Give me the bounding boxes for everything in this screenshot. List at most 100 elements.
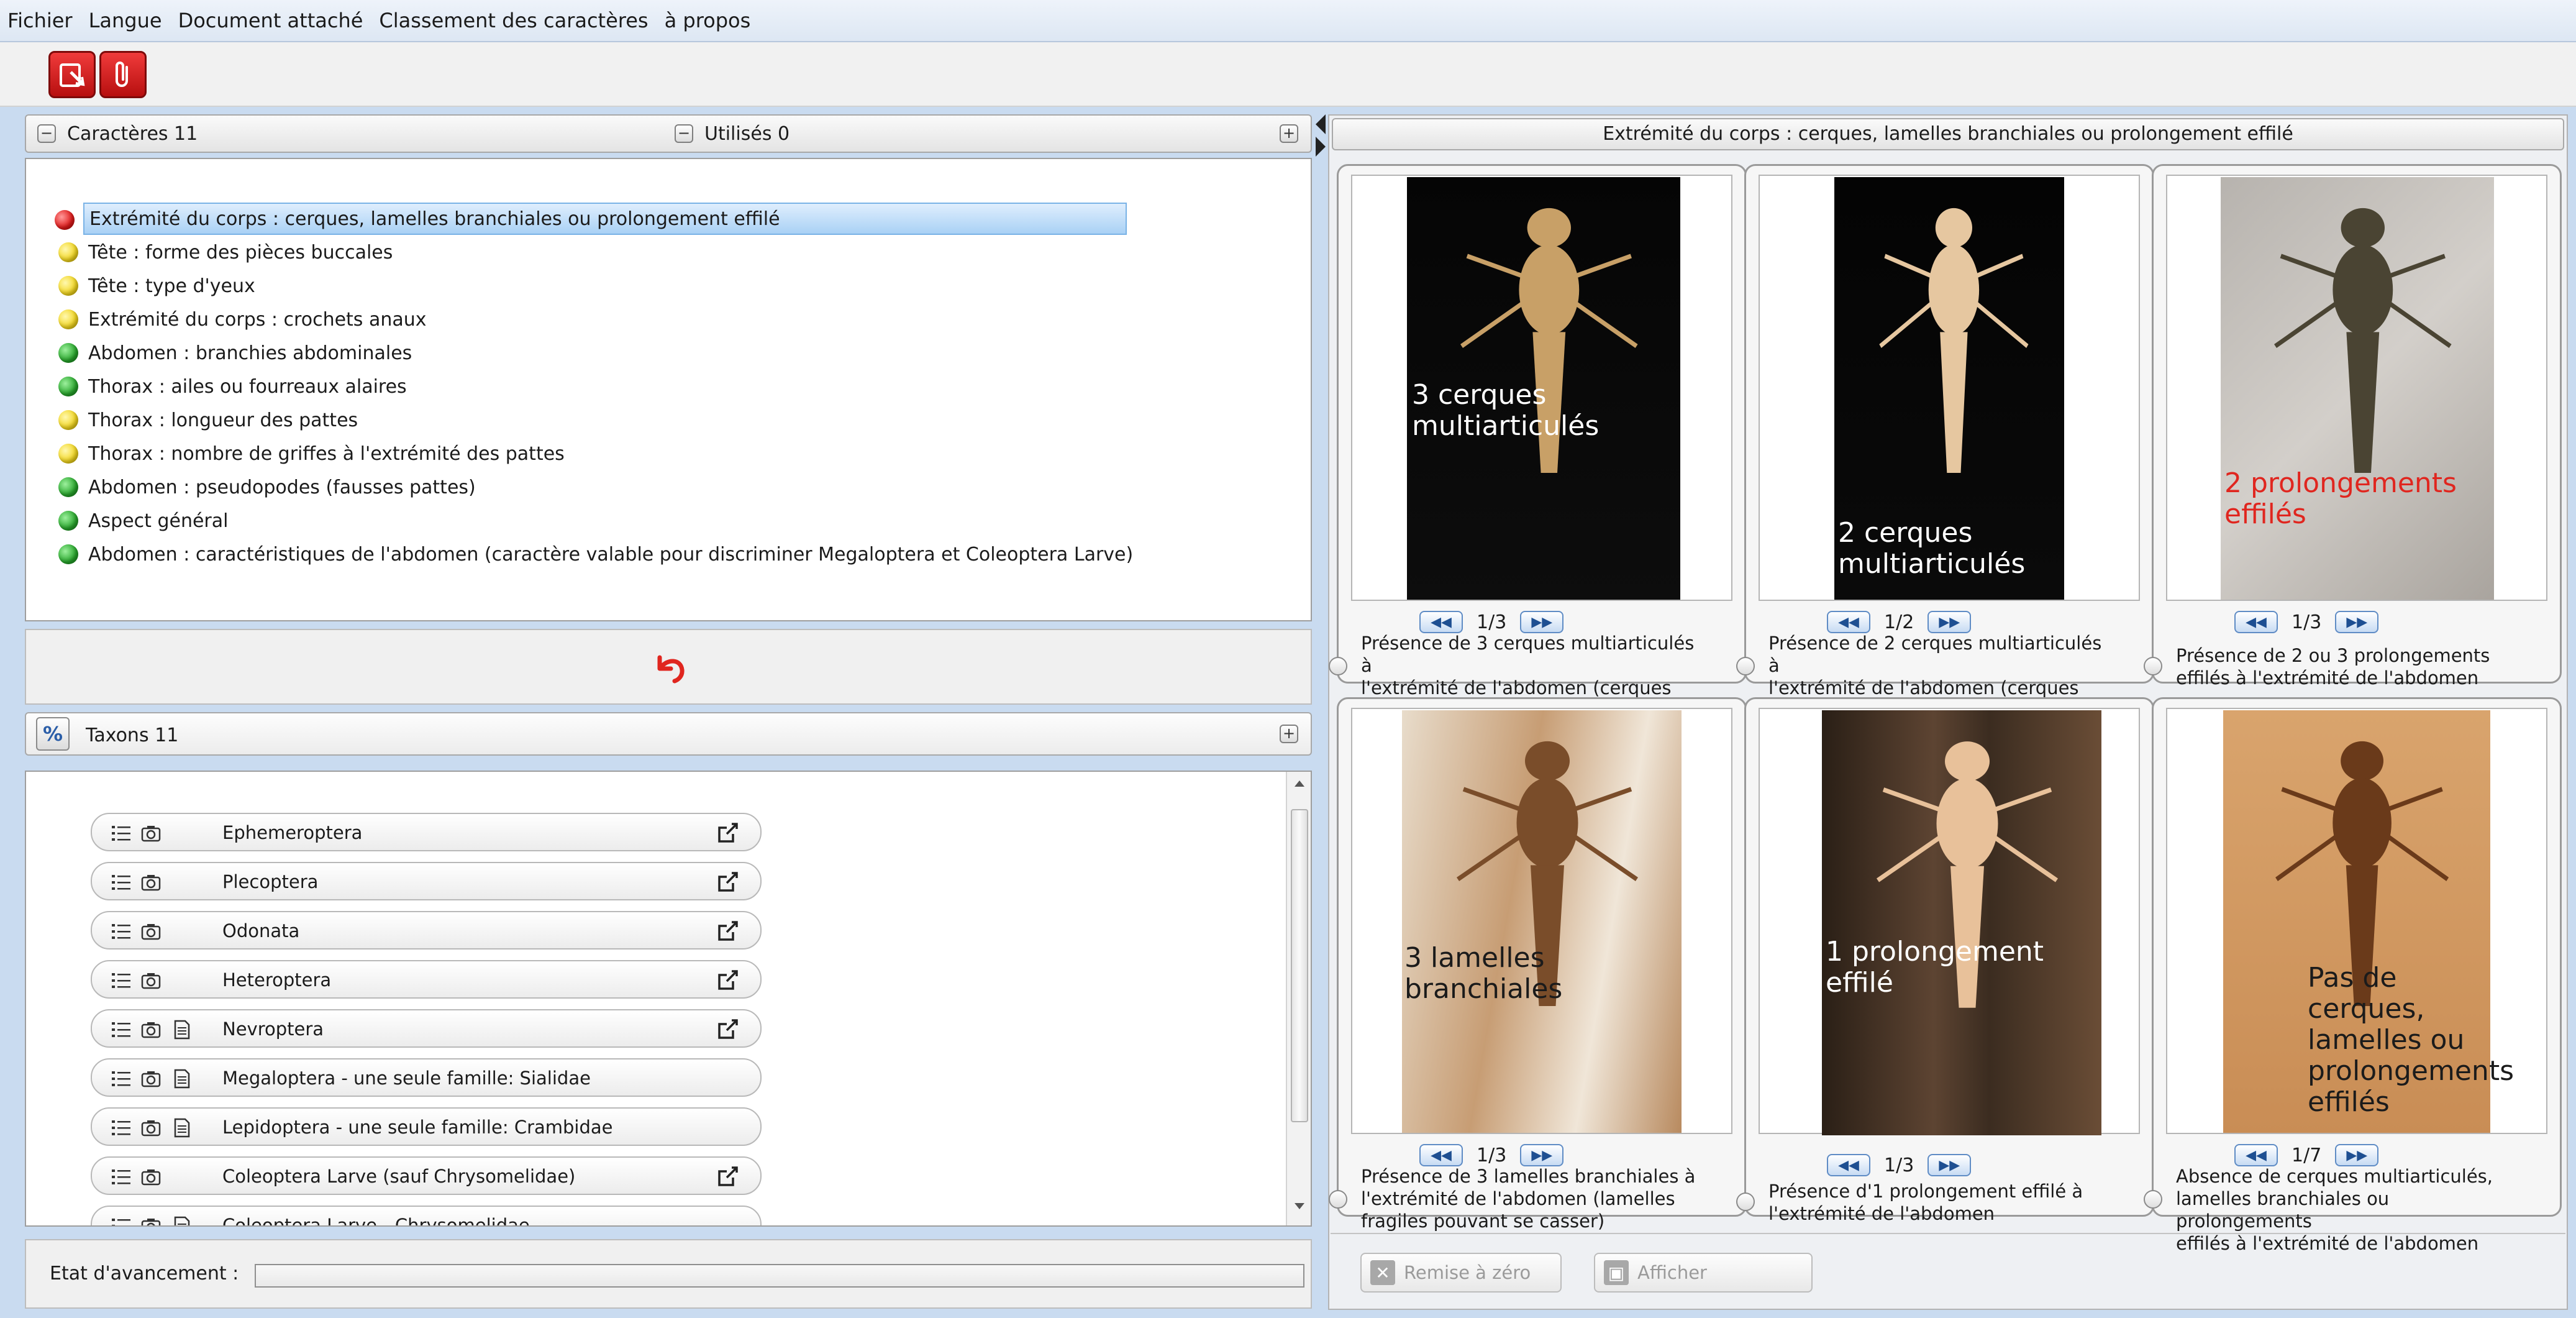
state-radio[interactable] — [2144, 1190, 2162, 1209]
next-image-button[interactable]: ▶▶ — [1927, 611, 1972, 633]
camera-icon[interactable] — [140, 1068, 162, 1089]
taxon-row[interactable]: Nevroptera — [91, 1009, 762, 1048]
document-icon[interactable] — [171, 1215, 193, 1227]
list-icon[interactable] — [111, 1019, 132, 1040]
menu-character-ranking[interactable]: Classement des caractères — [379, 9, 648, 32]
previous-image-button[interactable]: ◀◀ — [1827, 1154, 1870, 1176]
taxa-scrollbar[interactable] — [1286, 772, 1311, 1225]
character-item[interactable]: Abdomen : pseudopodes (fausses pattes) — [58, 471, 476, 503]
taxon-row[interactable]: Plecoptera — [91, 862, 762, 900]
external-link-icon[interactable] — [716, 820, 740, 845]
camera-icon[interactable] — [140, 970, 162, 991]
character-item[interactable]: Thorax : nombre de griffes à l'extrémité… — [58, 437, 565, 470]
external-link-icon[interactable] — [716, 918, 740, 943]
character-item[interactable]: Thorax : ailes ou fourreaux alaires — [58, 370, 407, 403]
previous-image-button[interactable]: ◀◀ — [2234, 611, 2278, 633]
scroll-up-icon[interactable] — [1295, 780, 1304, 787]
scroll-down-icon[interactable] — [1295, 1203, 1304, 1209]
previous-image-button[interactable]: ◀◀ — [1419, 611, 1463, 633]
state-radio[interactable] — [2144, 657, 2162, 675]
state-image-frame[interactable]: 3 cerques multiarticulés — [1351, 175, 1732, 601]
character-item[interactable]: Tête : type d'yeux — [58, 270, 255, 302]
document-icon[interactable] — [171, 1117, 193, 1138]
state-image-frame[interactable]: Pas de cerques, lamelles ou prolongements e… — [2166, 708, 2547, 1134]
insect-photo[interactable]: 2 prolongements effilés — [2221, 177, 2494, 600]
scrollbar-thumb[interactable] — [1291, 809, 1308, 1122]
camera-icon[interactable] — [140, 1166, 162, 1188]
insect-photo[interactable]: 3 lamelles branchiales — [1402, 710, 1682, 1133]
list-icon[interactable] — [111, 970, 132, 991]
taxon-row[interactable]: Heteroptera — [91, 960, 762, 999]
open-key-button[interactable] — [48, 51, 96, 98]
camera-icon[interactable] — [140, 921, 162, 942]
taxon-row[interactable]: Coleoptera Larve - Chrysomelidae — [91, 1206, 762, 1227]
character-item[interactable]: Thorax : longueur des pattes — [58, 404, 358, 436]
state-card[interactable]: 3 cerques multiarticulés ◀◀ 1/3 ▶▶ Présence d… — [1329, 164, 1747, 721]
state-image-frame[interactable]: 2 prolongements effilés — [2166, 175, 2547, 601]
camera-icon[interactable] — [140, 823, 162, 844]
character-item[interactable]: Aspect général — [58, 505, 228, 537]
insect-photo[interactable]: 2 cerques multiarticulés — [1834, 177, 2064, 600]
next-image-button[interactable]: ▶▶ — [1927, 1154, 1972, 1176]
taxon-row[interactable]: Coleoptera Larve (sauf Chrysomelidae) — [91, 1156, 762, 1195]
state-radio[interactable] — [1329, 1190, 1347, 1209]
list-icon[interactable] — [111, 1215, 132, 1227]
taxon-row[interactable]: Megaloptera - une seule famille: Sialida… — [91, 1058, 762, 1097]
list-icon[interactable] — [111, 921, 132, 942]
state-radio[interactable] — [1736, 657, 1755, 675]
external-link-icon[interactable] — [716, 869, 740, 894]
character-item[interactable]: Abdomen : branchies abdominales — [58, 337, 412, 369]
document-icon[interactable] — [171, 1068, 193, 1089]
state-card[interactable]: 3 lamelles branchiales ◀◀ 1/3 ▶▶ Présence de … — [1329, 697, 1747, 1232]
menu-language[interactable]: Langue — [89, 9, 162, 32]
next-image-button[interactable]: ▶▶ — [2335, 611, 2379, 633]
undo-icon[interactable] — [653, 652, 688, 684]
state-radio[interactable] — [1736, 1192, 1755, 1211]
taxon-row[interactable]: Lepidoptera - une seule famille: Crambid… — [91, 1107, 762, 1146]
insect-photo[interactable]: Pas de cerques, lamelles ou prolongements e… — [2223, 710, 2514, 1133]
taxa-expand-button[interactable]: + — [1280, 725, 1298, 743]
camera-icon[interactable] — [140, 1215, 162, 1227]
insect-photo[interactable]: 1 prolongement effilé — [1822, 710, 2101, 1135]
external-link-icon[interactable] — [716, 968, 740, 992]
used-collapse-button[interactable]: − — [675, 124, 693, 143]
state-image-frame[interactable]: 2 cerques multiarticulés — [1759, 175, 2140, 601]
characters-collapse-button[interactable]: − — [37, 124, 56, 143]
menu-file[interactable]: Fichier — [7, 9, 73, 32]
camera-icon[interactable] — [140, 1117, 162, 1138]
list-icon[interactable] — [111, 1068, 132, 1089]
menu-attached-document[interactable]: Document attaché — [178, 9, 363, 32]
taxon-row[interactable]: Odonata — [91, 911, 762, 950]
show-button[interactable]: ▣ Afficher — [1594, 1253, 1813, 1293]
insect-photo[interactable]: 3 cerques multiarticulés — [1407, 177, 1680, 600]
next-image-button[interactable]: ▶▶ — [1520, 611, 1564, 633]
state-card[interactable]: Pas de cerques, lamelles ou prolongements e… — [2144, 697, 2562, 1254]
list-icon[interactable] — [111, 1166, 132, 1188]
collapse-right-arrow-icon[interactable] — [1316, 137, 1326, 157]
previous-image-button[interactable]: ◀◀ — [1827, 611, 1870, 633]
list-icon[interactable] — [111, 823, 132, 844]
state-card[interactable]: 2 prolongements effilés ◀◀ 1/3 ▶▶ Présence de… — [2144, 164, 2562, 689]
percent-button[interactable]: % — [36, 717, 70, 751]
state-card[interactable]: 2 cerques multiarticulés ◀◀ 1/2 ▶▶ Présence d… — [1736, 164, 2154, 721]
list-icon[interactable] — [111, 1117, 132, 1138]
character-item[interactable]: Extrémité du corps : cerques, lamelles b… — [55, 203, 1127, 235]
taxon-row[interactable]: Ephemeroptera — [91, 813, 762, 851]
next-image-button[interactable]: ▶▶ — [1520, 1144, 1564, 1166]
list-icon[interactable] — [111, 872, 132, 893]
characters-expand-button[interactable]: + — [1280, 124, 1298, 143]
next-image-button[interactable]: ▶▶ — [2335, 1144, 2379, 1166]
character-item[interactable]: Tête : forme des pièces buccales — [58, 236, 393, 268]
collapse-left-arrow-icon[interactable] — [1316, 114, 1326, 134]
previous-image-button[interactable]: ◀◀ — [2234, 1144, 2278, 1166]
camera-icon[interactable] — [140, 872, 162, 893]
camera-icon[interactable] — [140, 1019, 162, 1040]
state-image-frame[interactable]: 1 prolongement effilé — [1759, 708, 2140, 1135]
state-image-frame[interactable]: 3 lamelles branchiales — [1351, 708, 1732, 1134]
external-link-icon[interactable] — [716, 1017, 740, 1041]
attachment-button[interactable] — [99, 51, 147, 98]
document-icon[interactable] — [171, 1019, 193, 1040]
external-link-icon[interactable] — [716, 1164, 740, 1189]
character-item[interactable]: Abdomen : caractéristiques de l'abdomen … — [58, 538, 1133, 570]
previous-image-button[interactable]: ◀◀ — [1419, 1144, 1463, 1166]
